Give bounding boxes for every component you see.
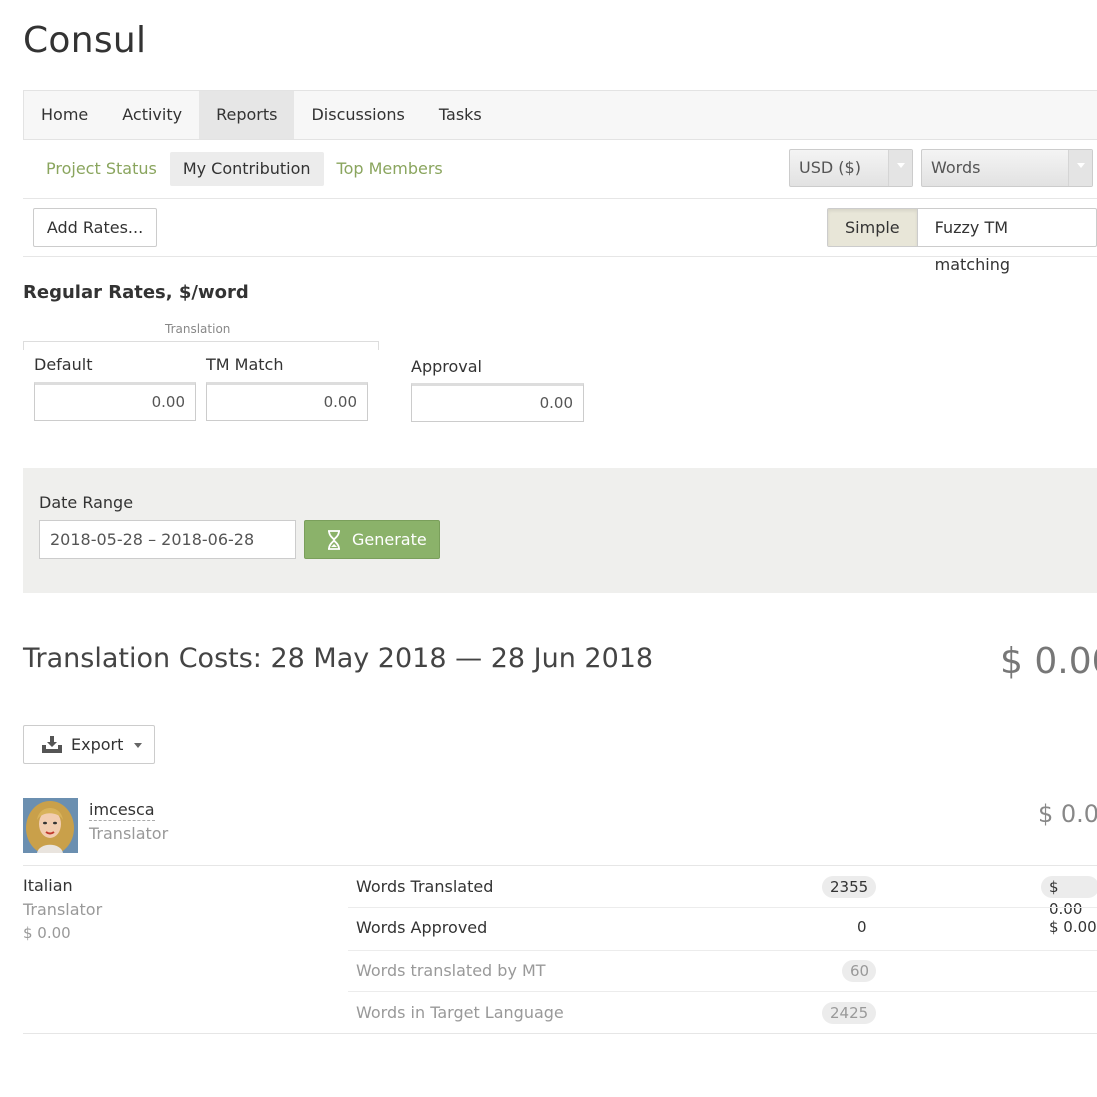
currency-select-value: USD ($)	[799, 158, 861, 177]
subnav-top-members[interactable]: Top Members	[324, 152, 456, 186]
caret-down-icon	[134, 743, 143, 748]
costs-title: Translation Costs: 28 May 2018 — 28 Jun …	[23, 643, 654, 674]
default-rate-label: Default	[34, 355, 93, 374]
stat-label: Words in Target Language	[356, 1003, 564, 1022]
hourglass-icon	[328, 530, 340, 550]
mode-fuzzy-button[interactable]: Fuzzy TM matching	[918, 209, 1096, 274]
unit-select[interactable]: Words	[921, 149, 1093, 187]
divider	[23, 1033, 1097, 1034]
row-divider	[348, 991, 1097, 992]
tab-tasks[interactable]: Tasks	[422, 91, 499, 139]
costs-total: $ 0.00	[1000, 641, 1097, 682]
add-rates-button[interactable]: Add Rates...	[33, 208, 157, 247]
stat-count: 0	[857, 918, 867, 936]
generate-button-label: Generate	[352, 530, 427, 549]
chevron-down-icon	[1068, 150, 1092, 186]
subnav-project-status[interactable]: Project Status	[33, 152, 170, 186]
divider	[23, 256, 1097, 257]
report-subnav: Project Status My Contribution Top Membe…	[33, 152, 456, 186]
download-tray-icon	[42, 736, 62, 753]
tab-discussions[interactable]: Discussions	[294, 91, 421, 139]
subnav-my-contribution[interactable]: My Contribution	[169, 152, 324, 186]
export-button-label: Export	[71, 735, 124, 754]
approval-rate-input[interactable]: 0.00	[411, 383, 584, 422]
member-cost: $ 0.00	[1038, 800, 1097, 828]
member-name-link[interactable]: imcesca	[89, 800, 155, 821]
translation-caption: Translation	[165, 322, 231, 336]
language-cost: $ 0.00	[23, 924, 71, 942]
divider	[23, 865, 1097, 866]
avatar[interactable]	[23, 798, 78, 853]
matching-mode-toggle: Simple Fuzzy TM matching	[827, 208, 1097, 274]
stat-label: Words Translated	[356, 877, 494, 896]
translation-group-bracket	[23, 341, 379, 350]
stat-cost: $ 0.00	[1049, 918, 1097, 936]
member-role: Translator	[89, 824, 169, 843]
mode-simple-button[interactable]: Simple	[828, 209, 918, 246]
language-name: Italian	[23, 876, 73, 895]
stat-label: Words Approved	[356, 918, 488, 937]
tab-activity[interactable]: Activity	[105, 91, 199, 139]
rates-heading: Regular Rates, $/word	[23, 282, 249, 303]
chevron-down-icon	[888, 150, 912, 186]
row-divider	[348, 950, 1097, 951]
stat-count-badge: 2355	[822, 876, 876, 898]
stat-count-badge: 60	[842, 960, 876, 982]
export-button[interactable]: Export	[23, 725, 155, 764]
generate-button[interactable]: Generate	[304, 520, 440, 559]
date-range-input[interactable]: 2018-05-28 – 2018-06-28	[39, 520, 296, 559]
unit-select-value: Words	[931, 158, 981, 177]
stat-count-badge: 2425	[822, 1002, 876, 1024]
stat-cost-badge: $ 0.00	[1041, 876, 1097, 918]
main-nav: Home Activity Reports Discussions Tasks	[23, 90, 1097, 140]
app-title: Consul	[23, 20, 147, 61]
row-divider	[348, 907, 1097, 908]
stat-label: Words translated by MT	[356, 961, 546, 980]
tm-match-rate-label: TM Match	[206, 355, 284, 374]
tab-reports[interactable]: Reports	[199, 91, 295, 139]
language-role: Translator	[23, 900, 103, 919]
default-rate-input[interactable]: 0.00	[34, 382, 196, 421]
approval-rate-label: Approval	[411, 357, 482, 376]
tm-match-rate-input[interactable]: 0.00	[206, 382, 368, 421]
date-range-label: Date Range	[39, 493, 134, 512]
currency-select[interactable]: USD ($)	[789, 149, 913, 187]
avatar-image	[23, 798, 78, 853]
tab-home[interactable]: Home	[24, 91, 105, 139]
divider	[23, 198, 1097, 199]
